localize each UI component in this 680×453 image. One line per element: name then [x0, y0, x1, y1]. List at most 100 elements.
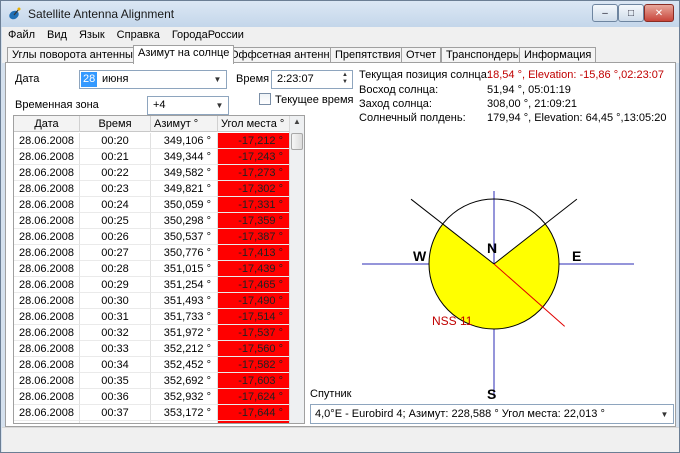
- cell-date: 28.06.2008: [14, 165, 80, 181]
- cell-elevation: -17,387 °: [218, 229, 290, 245]
- cell-azimuth: 349,582 °: [151, 165, 218, 181]
- satellite-select-value: 4,0°E - Eurobird 4; Азимут: 228,588 ° Уг…: [315, 408, 605, 420]
- time-label: Время: [236, 73, 270, 85]
- cell-time: 00:38: [80, 421, 151, 423]
- scroll-up-icon[interactable]: ▲: [291, 117, 303, 131]
- satellite-select[interactable]: 4,0°E - Eurobird 4; Азимут: 228,588 ° Уг…: [310, 404, 674, 424]
- table-row[interactable]: 28.06.2008 00:20 349,106 ° -17,212 °: [14, 133, 290, 149]
- current-sun-position-value: 18,54 °, Elevation: -15,86 °,02:23:07: [487, 69, 664, 81]
- menu-russian-cities[interactable]: ГородаРоссии: [166, 27, 250, 45]
- table-row[interactable]: 28.06.2008 00:36 352,932 ° -17,624 °: [14, 389, 290, 405]
- table-row[interactable]: 28.06.2008 00:27 350,776 ° -17,413 °: [14, 245, 290, 261]
- cell-time: 00:37: [80, 405, 151, 421]
- time-value[interactable]: 2:23:07: [277, 73, 314, 85]
- table-row[interactable]: 28.06.2008 00:33 352,212 ° -17,560 °: [14, 341, 290, 357]
- table-row[interactable]: 28.06.2008 00:31 351,733 ° -17,514 °: [14, 309, 290, 325]
- table-row[interactable]: 28.06.2008 00:35 352,692 ° -17,603 °: [14, 373, 290, 389]
- table-row[interactable]: 28.06.2008 00:28 351,015 ° -17,439 °: [14, 261, 290, 277]
- minimize-button[interactable]: –: [592, 4, 618, 22]
- tab-offset-antenna[interactable]: Оффсетная антенна: [225, 47, 341, 63]
- sunrise-value: 51,94 °, 05:01:19: [487, 84, 571, 96]
- cell-date: 28.06.2008: [14, 325, 80, 341]
- cell-date: 28.06.2008: [14, 389, 80, 405]
- cell-date: 28.06.2008: [14, 213, 80, 229]
- satellite-dish-icon: [9, 7, 21, 20]
- compass-west-label: W: [413, 248, 427, 264]
- column-header-date[interactable]: Дата: [14, 116, 80, 132]
- current-time-checkbox[interactable]: [259, 93, 271, 105]
- chevron-down-icon[interactable]: ▼: [657, 407, 672, 422]
- table-row[interactable]: 28.06.2008 00:24 350,059 ° -17,331 °: [14, 197, 290, 213]
- menu-view[interactable]: Вид: [41, 27, 73, 45]
- date-day-value[interactable]: 28: [81, 72, 98, 87]
- cell-azimuth: 349,106 °: [151, 133, 218, 149]
- timezone-select[interactable]: +4 ▼: [147, 96, 229, 115]
- cell-date: 28.06.2008: [14, 229, 80, 245]
- cell-elevation: -17,582 °: [218, 357, 290, 373]
- tab-report[interactable]: Отчет: [401, 47, 442, 63]
- tab-content-sun-azimuth: Дата 28 июня ▼ Время 2:23:07 ▲ ▼ Временна…: [5, 62, 676, 427]
- cell-date: 28.06.2008: [14, 405, 80, 421]
- table-row[interactable]: 28.06.2008 00:26 350,537 ° -17,387 °: [14, 229, 290, 245]
- sun-position-table[interactable]: Дата Время Азимут ° Угол места ° 28.06.2…: [13, 115, 305, 424]
- table-row[interactable]: 28.06.2008 00:23 349,821 ° -17,302 °: [14, 181, 290, 197]
- cell-time: 00:27: [80, 245, 151, 261]
- time-spinner-icon[interactable]: ▲ ▼: [339, 72, 351, 87]
- calendar-dropdown-icon[interactable]: ▼: [210, 72, 225, 87]
- tab-antenna-angles[interactable]: Углы поворота антенны: [7, 47, 138, 63]
- column-header-elevation[interactable]: Угол места °: [218, 116, 290, 132]
- table-row[interactable]: 28.06.2008 00:25 350,298 ° -17,359 °: [14, 213, 290, 229]
- cell-elevation: -17,624 °: [218, 389, 290, 405]
- cell-date: 28.06.2008: [14, 133, 80, 149]
- cell-date: 28.06.2008: [14, 245, 80, 261]
- cell-time: 00:32: [80, 325, 151, 341]
- close-button[interactable]: ✕: [644, 4, 674, 22]
- table-row[interactable]: 28.06.2008 00:34 352,452 ° -17,582 °: [14, 357, 290, 373]
- cell-azimuth: 350,298 °: [151, 213, 218, 229]
- cell-time: 00:22: [80, 165, 151, 181]
- time-input[interactable]: 2:23:07 ▲ ▼: [271, 70, 353, 89]
- timezone-label: Временная зона: [15, 99, 99, 111]
- column-header-time[interactable]: Время: [80, 116, 151, 132]
- cell-time: 00:36: [80, 389, 151, 405]
- menu-file[interactable]: Файл: [2, 27, 41, 45]
- tab-obstacles[interactable]: Препятствия: [330, 47, 406, 63]
- tab-information[interactable]: Информация: [519, 47, 597, 63]
- scroll-thumb[interactable]: [291, 133, 303, 150]
- cell-time: 00:28: [80, 261, 151, 277]
- table-row[interactable]: 28.06.200800:38353,412 °-17,663 °: [14, 421, 290, 423]
- date-picker[interactable]: 28 июня ▼: [79, 70, 227, 89]
- table-row[interactable]: 28.06.2008 00:21 349,344 ° -17,243 °: [14, 149, 290, 165]
- table-row[interactable]: 28.06.2008 00:22 349,582 ° -17,273 °: [14, 165, 290, 181]
- tab-strip: Углы поворота антенны Азимут на солнце О…: [2, 45, 679, 64]
- compass-north-label: N: [487, 240, 497, 256]
- satellite-label: Спутник: [310, 388, 352, 400]
- cell-date: 28.06.2008: [14, 149, 80, 165]
- table-row[interactable]: 28.06.2008 00:29 351,254 ° -17,465 °: [14, 277, 290, 293]
- cell-azimuth: 353,172 °: [151, 405, 218, 421]
- cell-azimuth: 353,412 °: [151, 421, 218, 423]
- menu-help[interactable]: Справка: [111, 27, 166, 45]
- timezone-value: +4: [153, 99, 166, 111]
- tab-sun-azimuth[interactable]: Азимут на солнце: [133, 45, 235, 64]
- cell-time: 00:29: [80, 277, 151, 293]
- cell-time: 00:30: [80, 293, 151, 309]
- title-bar[interactable]: Satellite Antenna Alignment – □ ✕: [1, 1, 679, 27]
- cell-azimuth: 352,692 °: [151, 373, 218, 389]
- table-row[interactable]: 28.06.2008 00:37 353,172 ° -17,644 °: [14, 405, 290, 421]
- menu-language[interactable]: Язык: [73, 27, 111, 45]
- cell-date: 28.06.2008: [14, 181, 80, 197]
- cell-azimuth: 352,452 °: [151, 357, 218, 373]
- chevron-down-icon[interactable]: ▼: [212, 98, 227, 113]
- menu-bar: Файл Вид Язык Справка ГородаРоссии: [2, 27, 679, 45]
- satellite-name-label: NSS 11: [432, 314, 473, 328]
- cell-time: 00:23: [80, 181, 151, 197]
- table-row[interactable]: 28.06.2008 00:32 351,972 ° -17,537 °: [14, 325, 290, 341]
- cell-time: 00:26: [80, 229, 151, 245]
- cell-time: 00:24: [80, 197, 151, 213]
- column-header-azimuth[interactable]: Азимут °: [151, 116, 218, 132]
- table-row[interactable]: 28.06.2008 00:30 351,493 ° -17,490 °: [14, 293, 290, 309]
- maximize-button[interactable]: □: [618, 4, 644, 22]
- table-scrollbar[interactable]: ▲: [289, 116, 304, 423]
- tab-transponders[interactable]: Транспондеры: [441, 47, 526, 63]
